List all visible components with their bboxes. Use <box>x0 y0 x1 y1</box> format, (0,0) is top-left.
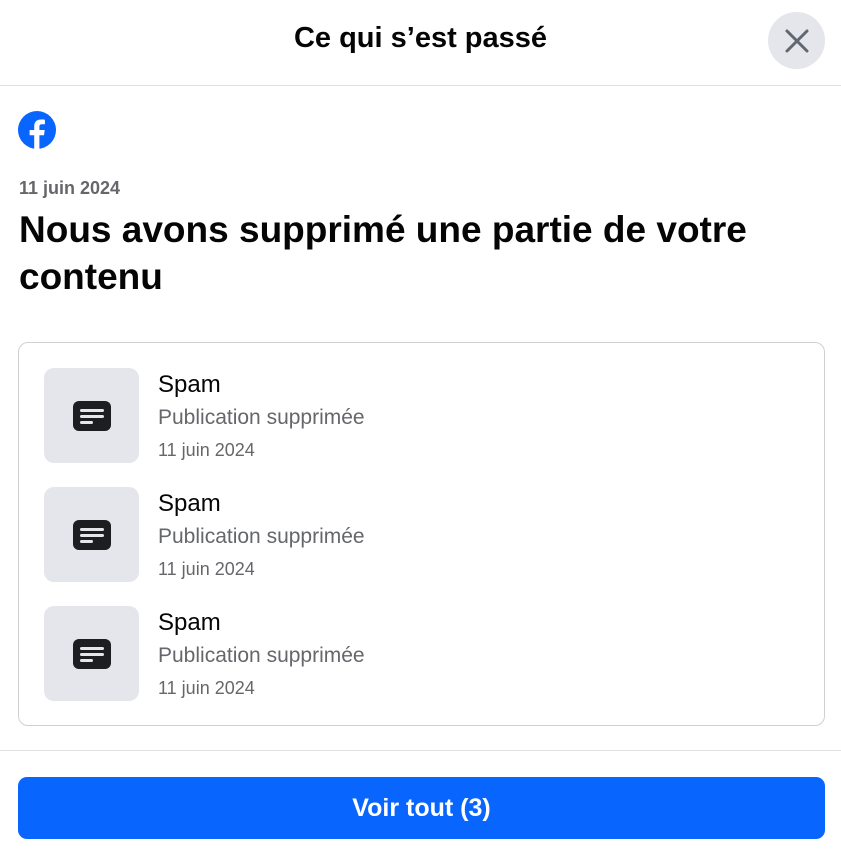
facebook-logo-icon <box>18 111 56 149</box>
item-title: Spam <box>158 490 221 517</box>
post-icon <box>72 519 111 550</box>
item-subtitle: Publication supprimée <box>158 525 365 548</box>
notice-headline: Nous avons supprimé une partie de votre … <box>19 209 747 297</box>
item-subtitle: Publication supprimée <box>158 644 365 667</box>
item-thumbnail <box>44 368 139 463</box>
close-button[interactable] <box>768 12 825 69</box>
item-title: Spam <box>158 371 221 398</box>
item-subtitle: Publication supprimée <box>158 406 365 429</box>
dialog-title: Ce qui s’est passé <box>293 22 548 54</box>
item-title: Spam <box>158 609 221 636</box>
item-date: 11 juin 2024 <box>158 559 255 579</box>
list-item[interactable]: Spam Publication supprimée 11 juin 2024 <box>44 487 804 583</box>
see-all-button[interactable]: Voir tout (3) <box>18 777 825 839</box>
removed-content-list: Spam Publication supprimée 11 juin 2024 … <box>18 342 825 726</box>
post-icon <box>72 638 111 669</box>
item-thumbnail <box>44 606 139 701</box>
dialog-header: Ce qui s’est passé <box>0 0 841 86</box>
item-thumbnail <box>44 487 139 582</box>
list-item[interactable]: Spam Publication supprimée 11 juin 2024 <box>44 368 804 464</box>
item-date: 11 juin 2024 <box>158 678 255 698</box>
list-item[interactable]: Spam Publication supprimée 11 juin 2024 <box>44 606 804 702</box>
footer-divider <box>0 750 841 751</box>
post-icon <box>72 400 111 431</box>
close-icon <box>785 29 808 52</box>
notice-date: 11 juin 2024 <box>19 178 121 198</box>
item-date: 11 juin 2024 <box>158 440 255 460</box>
